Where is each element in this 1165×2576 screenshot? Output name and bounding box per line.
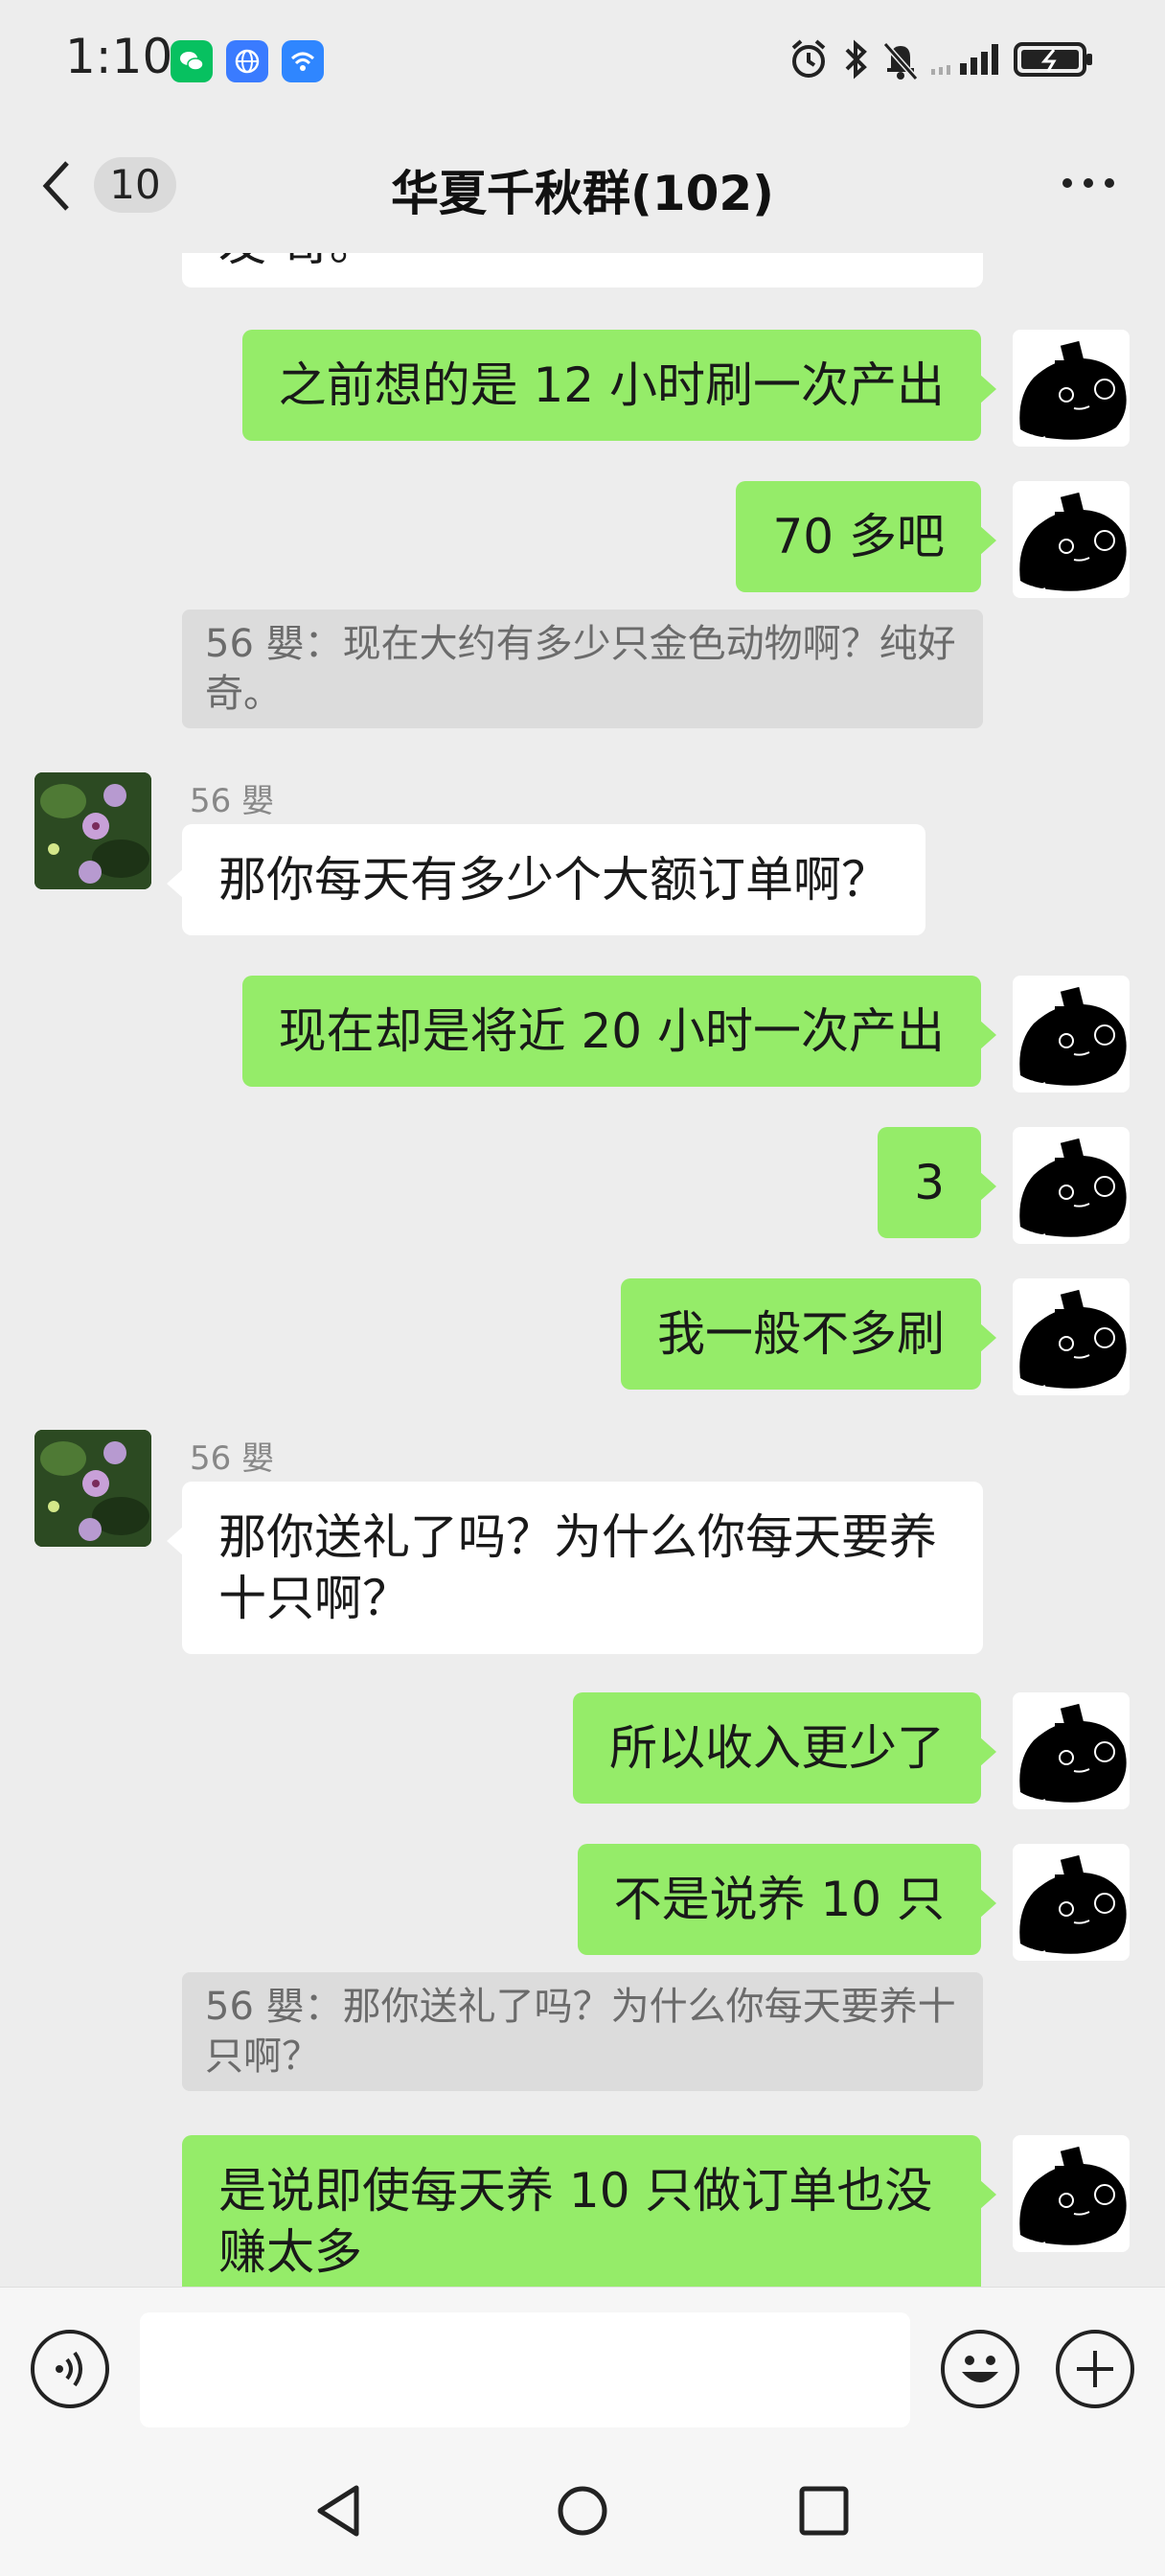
circle-home-icon[interactable] bbox=[556, 2484, 609, 2538]
quoted-message[interactable]: 56 嬰：现在大约有多少只金色动物啊？纯好奇。 bbox=[182, 610, 983, 728]
message-text: 我一般不多刷 bbox=[657, 1306, 945, 1362]
black-cat-avatar-icon bbox=[1019, 340, 1127, 440]
my-avatar[interactable] bbox=[1013, 976, 1130, 1092]
message-text: 之前想的是 12 小时刷一次产出 bbox=[278, 357, 945, 413]
message-bubble-me[interactable]: 现在却是将近 20 小时一次产出 bbox=[241, 976, 997, 1087]
message-bubble-me[interactable]: 3 bbox=[878, 1127, 996, 1238]
message-bubble-me[interactable]: 所以收入更少了 bbox=[573, 1692, 996, 1804]
message-bubble-me[interactable]: 我一般不多刷 bbox=[621, 1278, 996, 1390]
message-text: 发 哥。 bbox=[218, 253, 377, 271]
my-avatar[interactable] bbox=[1013, 330, 1130, 447]
message-bubble-other[interactable]: 那你每天有多少个大额订单啊？ bbox=[167, 824, 925, 935]
message-text: 那你送礼了吗？为什么你每天要养十只啊？ bbox=[218, 1509, 937, 1626]
flower-avatar-icon bbox=[34, 772, 151, 889]
my-avatar[interactable] bbox=[1013, 481, 1130, 598]
add-button[interactable] bbox=[1056, 2330, 1134, 2408]
sender-avatar[interactable] bbox=[34, 772, 151, 889]
more-button[interactable] bbox=[1060, 169, 1117, 197]
quoted-message[interactable]: 56 嬰：那你送礼了吗？为什么你每天要养十只啊？ bbox=[182, 1972, 983, 2091]
message-text: 所以收入更少了 bbox=[609, 1720, 945, 1776]
my-avatar[interactable] bbox=[1013, 1127, 1130, 1244]
my-avatar[interactable] bbox=[1013, 1278, 1130, 1395]
message-text: 70 多吧 bbox=[772, 509, 945, 564]
voice-button[interactable] bbox=[31, 2330, 109, 2408]
flower-avatar-icon bbox=[34, 1430, 151, 1547]
message-bubble-me[interactable]: 70 多吧 bbox=[736, 481, 996, 592]
message-input[interactable] bbox=[140, 2312, 910, 2427]
black-cat-avatar-icon bbox=[1019, 1854, 1127, 1954]
square-recent-icon[interactable] bbox=[797, 2484, 851, 2538]
triangle-back-icon[interactable] bbox=[312, 2482, 366, 2540]
sender-name: 56 嬰 bbox=[190, 782, 275, 820]
status-bar: 1:10 bbox=[0, 0, 1165, 119]
message-bubble-me[interactable]: 之前想的是 12 小时刷一次产出 bbox=[241, 330, 997, 441]
message-text: 现在却是将近 20 小时一次产出 bbox=[278, 1003, 945, 1059]
black-cat-avatar-icon bbox=[1019, 492, 1127, 591]
my-avatar[interactable] bbox=[1013, 1844, 1130, 1961]
more-dots-icon bbox=[1062, 178, 1114, 188]
message-text: 不是说养 10 只 bbox=[613, 1872, 945, 1927]
message-bubble-other[interactable]: 发 哥。 bbox=[182, 253, 983, 288]
black-cat-avatar-icon bbox=[1019, 2146, 1127, 2245]
chat-title: 华夏千秋群(102) bbox=[390, 166, 775, 221]
wifi-app-notification-icon bbox=[282, 40, 324, 82]
quoted-text: 56 嬰：那你送礼了吗？为什么你每天要养十只啊？ bbox=[205, 1985, 956, 2079]
input-bar bbox=[0, 2287, 1165, 2448]
chat-message-list[interactable]: 发 哥。 之前想的是 12 小时刷一次产出 70 多吧 bbox=[0, 253, 1165, 2287]
battery-icon bbox=[1014, 42, 1092, 77]
mute-bell-icon bbox=[882, 42, 919, 80]
quoted-text: 56 嬰：现在大约有多少只金色动物啊？纯好奇。 bbox=[205, 622, 956, 716]
message-bubble-other[interactable]: 那你送礼了吗？为什么你每天要养十只啊？ bbox=[167, 1482, 983, 1654]
message-text: 3 bbox=[914, 1155, 945, 1210]
alarm-icon bbox=[791, 39, 826, 78]
black-cat-avatar-icon bbox=[1019, 1138, 1127, 1237]
my-avatar[interactable] bbox=[1013, 1692, 1130, 1809]
message-text: 是说即使每天养 10 只做订单也没赚太多 bbox=[218, 2163, 933, 2280]
system-nav-bar bbox=[0, 2448, 1165, 2576]
wechat-notification-icon bbox=[171, 40, 213, 82]
my-avatar[interactable] bbox=[1013, 2135, 1130, 2252]
chat-header: 10 华夏千秋群(102) bbox=[0, 119, 1165, 253]
emoji-icon bbox=[962, 2356, 998, 2382]
status-time: 1:10 bbox=[65, 29, 173, 84]
signal-icon bbox=[931, 44, 998, 75]
sender-name: 56 嬰 bbox=[190, 1439, 275, 1478]
black-cat-avatar-icon bbox=[1019, 986, 1127, 1086]
sender-avatar[interactable] bbox=[34, 1430, 151, 1547]
message-bubble-me[interactable]: 不是说养 10 只 bbox=[577, 1844, 997, 1955]
message-text: 那你每天有多少个大额订单啊？ bbox=[218, 852, 889, 908]
emoji-button[interactable] bbox=[941, 2330, 1019, 2408]
message-bubble-me[interactable]: 是说即使每天养 10 只做订单也没赚太多 bbox=[182, 2135, 996, 2287]
black-cat-avatar-icon bbox=[1019, 1289, 1127, 1389]
plus-icon bbox=[1077, 2351, 1113, 2387]
browser-notification-icon bbox=[226, 40, 268, 82]
bluetooth-icon bbox=[845, 39, 867, 80]
voice-icon bbox=[56, 2351, 82, 2387]
black-cat-avatar-icon bbox=[1019, 1703, 1127, 1803]
